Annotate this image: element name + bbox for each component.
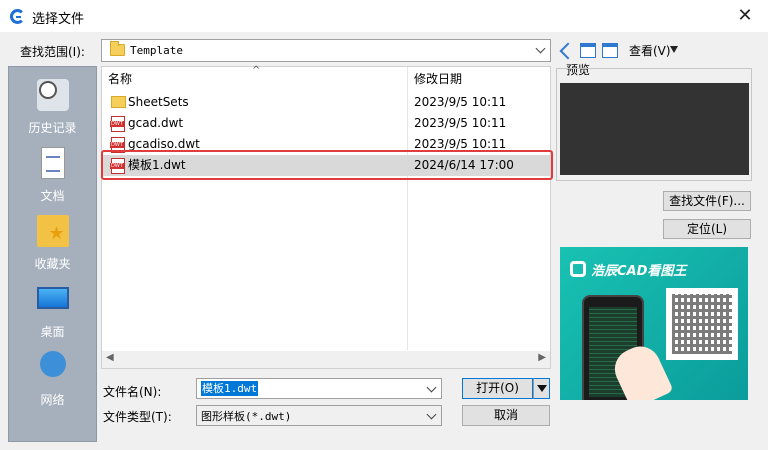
chevron-down-icon[interactable]: [426, 382, 437, 393]
qr-code-icon: [666, 288, 738, 360]
file-date: 2023/9/5 10:11: [414, 116, 507, 130]
chevron-down-icon: [426, 409, 437, 420]
favorites-folder-icon: [36, 215, 69, 247]
lookin-value: Template: [130, 44, 183, 57]
file-name: SheetSets: [128, 95, 189, 109]
filename-label: 文件名(N):: [103, 385, 162, 399]
lookin-label: 查找范围(I):: [20, 45, 85, 59]
place-label: 文档: [40, 189, 65, 203]
network-icon: [39, 351, 66, 377]
column-header-name[interactable]: 名称: [108, 67, 132, 91]
view-menu-button[interactable]: 查看(V): [629, 42, 671, 59]
lookin-dropdown[interactable]: Template: [101, 39, 551, 62]
file-date: 2023/9/5 10:11: [414, 95, 507, 109]
chevron-down-icon: [535, 43, 546, 54]
place-history[interactable]: 历史记录: [9, 79, 96, 136]
filename-value: 模板1.dwt: [201, 381, 259, 396]
place-favorites[interactable]: 收藏夹: [9, 215, 96, 272]
title-bar: 选择文件 ✕: [0, 0, 768, 32]
open-button[interactable]: 打开(O): [462, 378, 533, 399]
place-label: 网络: [40, 393, 65, 407]
desktop-icon: [36, 287, 69, 309]
up-folder-icon[interactable]: [580, 43, 596, 58]
place-desktop[interactable]: 桌面: [9, 287, 96, 340]
find-file-button[interactable]: 查找文件(F)...: [663, 191, 751, 211]
ad-logo-icon: [570, 261, 586, 277]
toolbar: 查看(V): [556, 38, 756, 62]
column-header-date[interactable]: 修改日期: [414, 67, 462, 91]
folder-icon: [110, 41, 125, 56]
place-label: 收藏夹: [34, 257, 71, 271]
history-icon: [36, 79, 69, 111]
document-icon: [40, 147, 65, 179]
list-item[interactable]: gcad.dwt 2023/9/5 10:11: [102, 113, 550, 134]
ad-title: 浩辰CAD看图王: [591, 264, 687, 279]
app-logo-icon: [10, 9, 25, 24]
places-bar: 历史记录 文档 收藏夹 桌面 网络: [8, 66, 97, 442]
place-network[interactable]: 网络: [9, 351, 96, 408]
open-options-dropdown-icon[interactable]: [533, 378, 550, 399]
folder-icon: [111, 96, 126, 108]
back-arrow-icon[interactable]: [558, 41, 576, 59]
place-label: 桌面: [40, 325, 65, 339]
filetype-label: 文件类型(T):: [103, 410, 172, 424]
file-name: gcad.dwt: [128, 116, 184, 130]
locate-button[interactable]: 定位(L): [663, 219, 751, 239]
filetype-value: 图形样板(*.dwt): [201, 410, 292, 423]
filetype-dropdown[interactable]: 图形样板(*.dwt): [196, 405, 442, 426]
scroll-right-icon[interactable]: ▶: [538, 352, 546, 363]
window-title: 选择文件: [32, 12, 85, 27]
filename-field[interactable]: 模板1.dwt: [196, 378, 442, 399]
place-documents[interactable]: 文档: [9, 147, 96, 204]
view-dropdown-arrow-icon[interactable]: [670, 46, 678, 53]
file-list[interactable]: 名称 ^ 修改日期 SheetSets 2023/9/5 10:11 gcad.…: [101, 65, 551, 369]
cancel-button[interactable]: 取消: [462, 405, 550, 426]
horizontal-scrollbar[interactable]: ◀ ▶: [102, 351, 550, 368]
close-button[interactable]: ✕: [722, 0, 768, 32]
preview-image: [560, 83, 749, 175]
list-item[interactable]: SheetSets 2023/9/5 10:11: [102, 92, 550, 113]
sort-indicator-icon: ^: [252, 65, 261, 76]
scroll-left-icon[interactable]: ◀: [106, 352, 114, 363]
selection-highlight-box: [101, 150, 553, 180]
advertisement-banner[interactable]: 浩辰CAD看图王: [560, 247, 748, 400]
new-folder-icon[interactable]: [602, 43, 618, 58]
dwt-file-icon: [110, 116, 125, 132]
place-label: 历史记录: [28, 121, 77, 135]
